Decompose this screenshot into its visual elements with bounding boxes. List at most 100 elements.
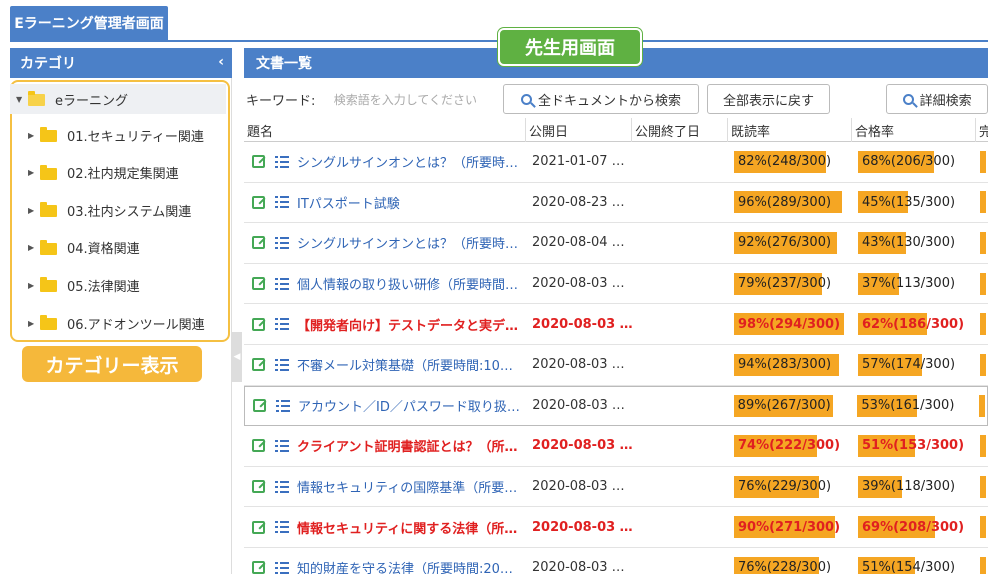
- tree-item[interactable]: ▶ 05.法律関連: [28, 270, 226, 300]
- list-icon[interactable]: [275, 480, 289, 493]
- pass-rate-cell: 39%(118/300): [852, 467, 976, 507]
- edit-icon[interactable]: [252, 155, 265, 169]
- col-pub-date[interactable]: 公開日: [526, 118, 632, 142]
- sidebar-title: カテゴリ: [20, 56, 76, 72]
- end-date: [632, 304, 728, 344]
- document-title-link[interactable]: 情報セキュリティに関する法律（所…: [297, 518, 519, 537]
- caret-right-icon[interactable]: ▶: [28, 131, 40, 140]
- list-icon[interactable]: [275, 277, 289, 290]
- table-row[interactable]: 情報セキュリティに関する法律（所… 2020-08-03 … 90%(271/300…: [244, 507, 988, 548]
- document-title-link[interactable]: シングルサインオンとは？（所要時間…: [297, 233, 519, 252]
- folder-icon: [40, 277, 57, 293]
- table-row[interactable]: 【開発者向け】テストデータと実デ… 2020-08-03 … 98%(294/300…: [244, 304, 988, 345]
- edit-icon[interactable]: [252, 480, 265, 494]
- list-icon[interactable]: [275, 561, 289, 574]
- admin-screen-tab[interactable]: Eラーニング管理者画面: [10, 6, 168, 40]
- end-date: [632, 345, 728, 385]
- list-icon[interactable]: [275, 196, 289, 209]
- caret-down-icon[interactable]: ▼: [16, 95, 28, 104]
- edit-icon[interactable]: [252, 277, 265, 291]
- table-row[interactable]: クライアント証明書認証とは？（所… 2020-08-03 … 74%(222/300…: [244, 426, 988, 467]
- pass-rate-cell: 51%(154/300): [852, 548, 976, 574]
- table-row[interactable]: 知的財産を守る法律（所要時間:20… 2020-08-03 … 76%(228/30…: [244, 548, 988, 574]
- col-title[interactable]: 題名: [244, 118, 526, 142]
- keyword-input[interactable]: 検索語を入力してください: [330, 85, 496, 113]
- document-title-link[interactable]: 個人情報の取り扱い研修（所要時間…: [297, 274, 519, 293]
- pass-rate-cell: 69%(208/300): [852, 507, 976, 547]
- list-icon[interactable]: [275, 358, 289, 371]
- tree-item[interactable]: ▶ 03.社内システム関連: [28, 195, 226, 225]
- tree-item-label: 06.アドオンツール関連: [67, 317, 205, 333]
- list-icon[interactable]: [276, 399, 290, 412]
- complete-cell: [976, 264, 988, 304]
- read-rate-text: 89%(267/300): [737, 398, 831, 414]
- pass-rate-text: 43%(130/300): [862, 235, 956, 251]
- splitter-handle[interactable]: ◀: [232, 332, 242, 382]
- col-pass-rate[interactable]: 合格率: [852, 118, 976, 142]
- folder-icon: [40, 202, 57, 218]
- edit-icon[interactable]: [252, 520, 265, 534]
- search-icon: [902, 93, 914, 105]
- list-icon[interactable]: [275, 318, 289, 331]
- title-cell: クライアント証明書認証とは？（所…: [244, 426, 526, 466]
- collapse-icon[interactable]: ‹: [218, 54, 224, 70]
- col-read-rate[interactable]: 既読率: [728, 118, 852, 142]
- tree-item[interactable]: ▶ 04.資格関連: [28, 233, 226, 263]
- edit-icon[interactable]: [252, 236, 265, 250]
- document-title-link[interactable]: 不審メール対策基礎（所要時間:10…: [297, 355, 519, 374]
- document-title-link[interactable]: シングルサインオンとは？（所要時間…: [297, 152, 519, 171]
- detail-search-button[interactable]: 詳細検索: [886, 84, 988, 114]
- caret-right-icon[interactable]: ▶: [28, 319, 40, 328]
- edit-icon[interactable]: [252, 439, 265, 453]
- list-icon[interactable]: [275, 439, 289, 452]
- table-header: 題名 公開日 公開終了日 既読率 合格率 完: [244, 118, 988, 142]
- edit-icon[interactable]: [253, 399, 266, 413]
- pass-rate-text: 51%(153/300): [862, 438, 965, 454]
- table-row[interactable]: 情報セキュリティの国際基準（所要… 2020-08-03 … 76%(229/300…: [244, 467, 988, 508]
- col-complete[interactable]: 完: [976, 118, 988, 142]
- show-all-button[interactable]: 全部表示に戻す: [706, 84, 831, 114]
- tree-item[interactable]: ▶ 01.セキュリティー関連: [28, 120, 226, 150]
- tree-item[interactable]: ▶ 06.アドオンツール関連: [28, 308, 226, 338]
- pass-rate-cell: 45%(135/300): [852, 183, 976, 223]
- list-icon[interactable]: [275, 236, 289, 249]
- complete-cell: [976, 507, 988, 547]
- folder-icon: [40, 127, 57, 142]
- document-title-link[interactable]: 知的財産を守る法律（所要時間:20…: [297, 558, 519, 574]
- document-title-link[interactable]: ITパスポート試験: [297, 193, 519, 212]
- edit-icon[interactable]: [252, 561, 265, 574]
- caret-right-icon[interactable]: ▶: [28, 206, 40, 215]
- complete-cell: [976, 426, 988, 466]
- list-icon[interactable]: [275, 521, 289, 534]
- read-rate-text: 76%(229/300): [738, 479, 832, 495]
- title-cell: アカウント／ID／パスワード取り扱…: [245, 387, 526, 426]
- caret-right-icon[interactable]: ▶: [28, 243, 40, 252]
- table-row[interactable]: シングルサインオンとは？（所要時間… 2020-08-04 … 92%(276/30…: [244, 223, 988, 264]
- tree-root-elearning[interactable]: ▼ eラーニング: [10, 84, 226, 114]
- document-title-link[interactable]: アカウント／ID／パスワード取り扱…: [298, 396, 520, 415]
- detail-search-label: 詳細検索: [919, 93, 972, 109]
- table-row[interactable]: 不審メール対策基礎（所要時間:10… 2020-08-03 … 94%(283/30…: [244, 345, 988, 386]
- document-title-link[interactable]: クライアント証明書認証とは？（所…: [297, 436, 519, 455]
- caret-right-icon[interactable]: ▶: [28, 281, 40, 290]
- end-date: [632, 507, 728, 547]
- edit-icon[interactable]: [252, 195, 265, 209]
- caret-right-icon[interactable]: ▶: [28, 168, 40, 177]
- title-cell: 知的財産を守る法律（所要時間:20…: [244, 548, 526, 574]
- document-title-link[interactable]: 情報セキュリティの国際基準（所要…: [297, 477, 519, 496]
- table-row[interactable]: アカウント／ID／パスワード取り扱… 2020-08-03 … 89%(267/30…: [244, 385, 988, 427]
- table-row[interactable]: ITパスポート試験 2020-08-23 … 96%(289/300) 45%(135…: [244, 183, 988, 224]
- document-title-link[interactable]: 【開発者向け】テストデータと実デ…: [297, 315, 519, 334]
- pub-date: 2021-01-07 …: [532, 154, 625, 170]
- table-row[interactable]: シングルサインオンとは？（所要時間… 2021-01-07 … 82%(248/30…: [244, 142, 988, 183]
- list-icon[interactable]: [275, 155, 289, 168]
- search-all-button[interactable]: 全ドキュメントから検索: [503, 84, 699, 114]
- edit-icon[interactable]: [252, 358, 265, 372]
- table-row[interactable]: 個人情報の取り扱い研修（所要時間… 2020-08-03 … 79%(237/300…: [244, 264, 988, 305]
- read-rate-text: 76%(228/300): [738, 560, 832, 574]
- tree-item[interactable]: ▶ 02.社内規定集関連: [28, 158, 226, 188]
- col-end-date[interactable]: 公開終了日: [632, 118, 728, 142]
- pass-rate-text: 39%(118/300): [862, 479, 956, 495]
- edit-icon[interactable]: [252, 317, 265, 331]
- read-rate-text: 96%(289/300): [738, 194, 832, 210]
